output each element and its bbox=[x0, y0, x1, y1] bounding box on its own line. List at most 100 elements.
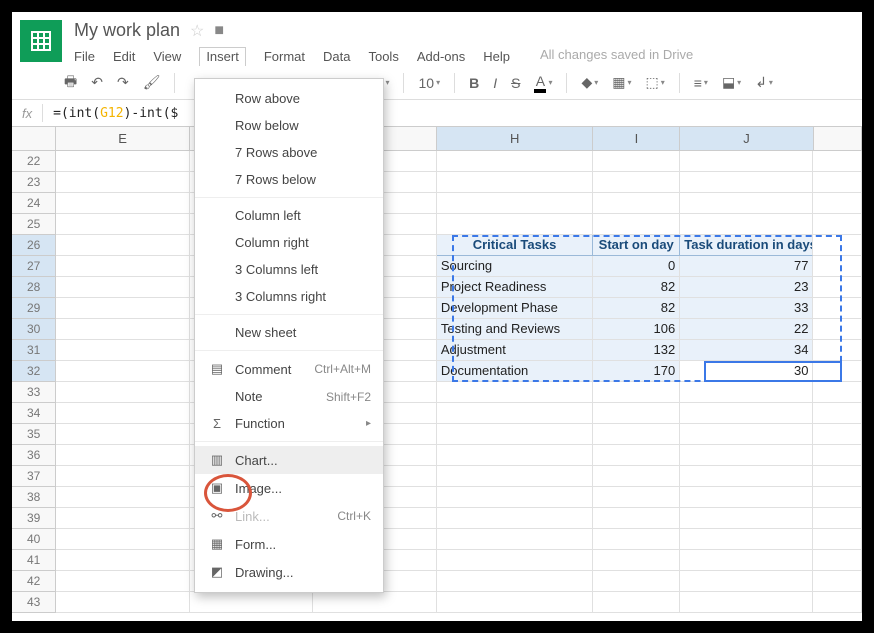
cell[interactable] bbox=[813, 256, 862, 277]
grid[interactable]: E F G H I J 2223242526Critical TasksStar… bbox=[12, 127, 862, 613]
cell[interactable] bbox=[680, 508, 813, 529]
cell[interactable]: 170 bbox=[593, 361, 680, 382]
cell[interactable] bbox=[56, 151, 189, 172]
insert-drawing[interactable]: ◩Drawing... bbox=[195, 558, 383, 586]
cell[interactable]: 33 bbox=[680, 298, 813, 319]
cell[interactable] bbox=[680, 424, 813, 445]
paint-format-button[interactable]: 🖌 bbox=[139, 72, 165, 93]
insert-rows-below[interactable]: 7 Rows below bbox=[195, 166, 383, 193]
redo-button[interactable]: ↷ bbox=[113, 72, 133, 93]
cell[interactable] bbox=[437, 403, 593, 424]
cell[interactable] bbox=[593, 172, 680, 193]
row-header[interactable]: 29 bbox=[12, 298, 56, 319]
cell[interactable] bbox=[680, 172, 813, 193]
cell[interactable] bbox=[593, 445, 680, 466]
app-logo[interactable] bbox=[20, 20, 62, 62]
row-header[interactable]: 43 bbox=[12, 592, 56, 613]
cell[interactable]: Task duration in days bbox=[680, 235, 813, 256]
cell[interactable] bbox=[56, 361, 189, 382]
strike-button[interactable]: S bbox=[507, 73, 524, 93]
cell[interactable] bbox=[593, 466, 680, 487]
cell[interactable] bbox=[593, 151, 680, 172]
row-header[interactable]: 42 bbox=[12, 571, 56, 592]
bold-button[interactable]: B bbox=[465, 73, 483, 93]
cell[interactable] bbox=[813, 445, 862, 466]
italic-button[interactable]: I bbox=[489, 73, 501, 93]
cell[interactable] bbox=[813, 277, 862, 298]
cell[interactable] bbox=[813, 235, 862, 256]
cell[interactable]: Development Phase bbox=[437, 298, 593, 319]
insert-col-left[interactable]: Column left bbox=[195, 202, 383, 229]
cell[interactable]: Testing and Reviews bbox=[437, 319, 593, 340]
cell[interactable] bbox=[437, 151, 593, 172]
menu-insert[interactable]: Insert bbox=[199, 47, 246, 66]
cell[interactable]: Documentation bbox=[437, 361, 593, 382]
cell[interactable]: Project Readiness bbox=[437, 277, 593, 298]
cell[interactable] bbox=[56, 508, 189, 529]
cell[interactable] bbox=[593, 487, 680, 508]
cell[interactable] bbox=[813, 382, 862, 403]
row-header[interactable]: 25 bbox=[12, 214, 56, 235]
cell[interactable] bbox=[56, 277, 189, 298]
row-header[interactable]: 22 bbox=[12, 151, 56, 172]
cell[interactable]: Adjustment bbox=[437, 340, 593, 361]
menu-view[interactable]: View bbox=[153, 47, 181, 66]
merge-button[interactable]: ⬚▾ bbox=[642, 72, 669, 93]
cell[interactable] bbox=[56, 550, 189, 571]
cell[interactable] bbox=[593, 424, 680, 445]
document-title[interactable]: My work plan bbox=[74, 20, 180, 41]
cell[interactable] bbox=[437, 193, 593, 214]
cell[interactable] bbox=[437, 424, 593, 445]
insert-form[interactable]: ▦Form... bbox=[195, 530, 383, 558]
menu-data[interactable]: Data bbox=[323, 47, 350, 66]
insert-note[interactable]: NoteShift+F2 bbox=[195, 383, 383, 410]
menu-file[interactable]: File bbox=[74, 47, 95, 66]
row-header[interactable]: 23 bbox=[12, 172, 56, 193]
folder-icon[interactable]: ■ bbox=[214, 22, 224, 40]
cell[interactable] bbox=[680, 445, 813, 466]
cell[interactable] bbox=[813, 319, 862, 340]
cell[interactable]: 0 bbox=[593, 256, 680, 277]
cell[interactable] bbox=[593, 571, 680, 592]
row-header[interactable]: 40 bbox=[12, 529, 56, 550]
cell[interactable] bbox=[813, 340, 862, 361]
cell[interactable] bbox=[680, 193, 813, 214]
insert-image[interactable]: ▣Image... bbox=[195, 474, 383, 502]
cell[interactable] bbox=[56, 382, 189, 403]
col-header-i[interactable]: I bbox=[593, 127, 680, 151]
cell[interactable] bbox=[437, 172, 593, 193]
cell[interactable] bbox=[56, 256, 189, 277]
cell[interactable] bbox=[56, 172, 189, 193]
cell[interactable]: 23 bbox=[680, 277, 813, 298]
undo-button[interactable]: ↶ bbox=[87, 72, 107, 93]
star-icon[interactable]: ☆ bbox=[190, 21, 204, 41]
cell[interactable] bbox=[813, 487, 862, 508]
cell[interactable] bbox=[313, 592, 437, 613]
select-all-corner[interactable] bbox=[12, 127, 56, 151]
cell[interactable] bbox=[680, 550, 813, 571]
cell[interactable] bbox=[56, 445, 189, 466]
insert-cols-left[interactable]: 3 Columns left bbox=[195, 256, 383, 283]
cell[interactable] bbox=[56, 340, 189, 361]
cell[interactable]: Critical Tasks bbox=[437, 235, 593, 256]
cell[interactable] bbox=[813, 571, 862, 592]
insert-function[interactable]: ΣFunction▸ bbox=[195, 410, 383, 437]
formula-text[interactable]: =(int(G12)-int($ bbox=[53, 106, 178, 121]
h-align-button[interactable]: ≡▾ bbox=[690, 73, 712, 93]
cell[interactable] bbox=[593, 382, 680, 403]
cell[interactable] bbox=[56, 298, 189, 319]
cell[interactable] bbox=[813, 298, 862, 319]
cell[interactable] bbox=[680, 382, 813, 403]
cell[interactable]: 82 bbox=[593, 298, 680, 319]
insert-rows-above[interactable]: 7 Rows above bbox=[195, 139, 383, 166]
cell[interactable] bbox=[437, 487, 593, 508]
cell[interactable] bbox=[437, 214, 593, 235]
text-color-button[interactable]: A▾ bbox=[530, 71, 556, 95]
insert-new-sheet[interactable]: New sheet bbox=[195, 319, 383, 346]
cell[interactable] bbox=[680, 403, 813, 424]
cell[interactable]: 132 bbox=[593, 340, 680, 361]
font-size[interactable]: 10 ▾ bbox=[414, 73, 444, 93]
cell[interactable] bbox=[56, 235, 189, 256]
cell[interactable]: Start on day bbox=[593, 235, 680, 256]
cell[interactable] bbox=[680, 592, 813, 613]
